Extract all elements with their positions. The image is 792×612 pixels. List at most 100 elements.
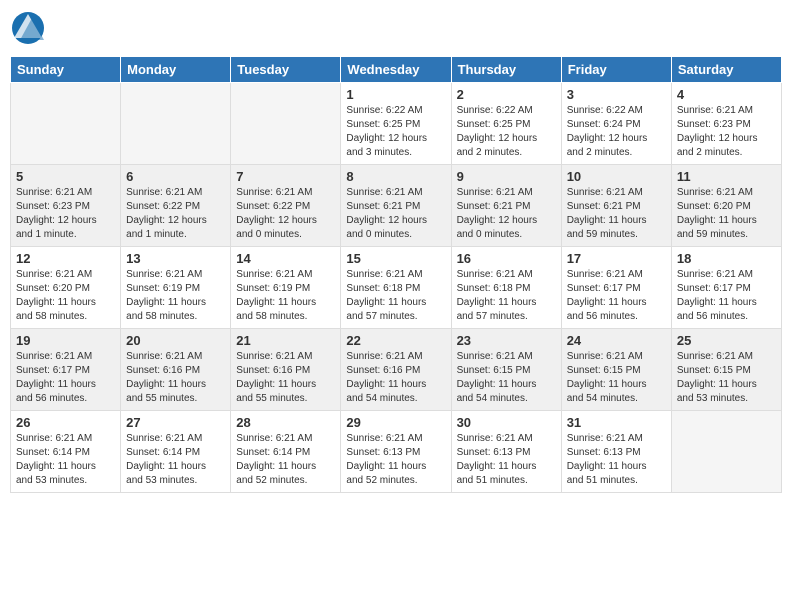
calendar-day-cell <box>231 83 341 165</box>
day-number: 28 <box>236 415 335 430</box>
day-info: Sunrise: 6:21 AMSunset: 6:13 PMDaylight:… <box>346 432 445 488</box>
day-number: 6 <box>126 169 225 184</box>
calendar-day-cell: 22Sunrise: 6:21 AMSunset: 6:16 PMDayligh… <box>341 329 451 411</box>
weekday-header: Friday <box>561 57 671 83</box>
calendar-week-row: 1 Sunrise: 6:22 AMSunset: 6:25 PMDaylight… <box>11 83 782 165</box>
day-info: Sunrise: 6:21 AMSunset: 6:23 PMDaylight:… <box>677 104 776 160</box>
logo <box>10 10 46 46</box>
calendar-week-row: 19Sunrise: 6:21 AMSunset: 6:17 PMDayligh… <box>11 329 782 411</box>
day-info: Sunrise: 6:21 AMSunset: 6:16 PMDaylight:… <box>126 350 225 406</box>
calendar-day-cell: 16 Sunrise: 6:21 AMSunset: 6:18 PMDayligh… <box>451 247 561 329</box>
day-number: 22 <box>346 333 445 348</box>
day-number: 21 <box>236 333 335 348</box>
day-number: 26 <box>16 415 115 430</box>
day-info: Sunrise: 6:21 AMSunset: 6:22 PMDaylight:… <box>126 186 225 242</box>
day-info: Sunrise: 6:21 AMSunset: 6:13 PMDaylight:… <box>567 432 666 488</box>
day-info: Sunrise: 6:21 AMSunset: 6:19 PMDaylight:… <box>126 268 225 324</box>
calendar-day-cell: 4Sunrise: 6:21 AMSunset: 6:23 PMDaylight… <box>671 83 781 165</box>
calendar-day-cell: 7Sunrise: 6:21 AMSunset: 6:22 PMDaylight… <box>231 165 341 247</box>
calendar-day-cell: 20 Sunrise: 6:21 AMSunset: 6:16 PMDayligh… <box>121 329 231 411</box>
weekday-header-row: SundayMondayTuesdayWednesdayThursdayFrid… <box>11 57 782 83</box>
weekday-header: Sunday <box>11 57 121 83</box>
calendar-week-row: 12 Sunrise: 6:21 AMSunset: 6:20 PMDayligh… <box>11 247 782 329</box>
day-number: 14 <box>236 251 335 266</box>
day-info: Sunrise: 6:21 AMSunset: 6:14 PMDaylight:… <box>126 432 225 488</box>
day-info: Sunrise: 6:21 AMSunset: 6:15 PMDaylight:… <box>457 350 556 406</box>
calendar-day-cell: 2Sunrise: 6:22 AMSunset: 6:25 PMDaylight… <box>451 83 561 165</box>
day-number: 12 <box>16 251 115 266</box>
day-info: Sunrise: 6:21 AMSunset: 6:17 PMDaylight:… <box>567 268 666 324</box>
calendar-day-cell: 24 Sunrise: 6:21 AMSunset: 6:15 PMDayligh… <box>561 329 671 411</box>
day-info: Sunrise: 6:22 AMSunset: 6:24 PMDaylight:… <box>567 104 666 160</box>
day-number: 5 <box>16 169 115 184</box>
calendar-day-cell: 9 Sunrise: 6:21 AMSunset: 6:21 PMDaylight… <box>451 165 561 247</box>
day-info: Sunrise: 6:21 AMSunset: 6:17 PMDaylight:… <box>677 268 776 324</box>
calendar-week-row: 26 Sunrise: 6:21 AMSunset: 6:14 PMDayligh… <box>11 411 782 493</box>
calendar-day-cell: 17 Sunrise: 6:21 AMSunset: 6:17 PMDayligh… <box>561 247 671 329</box>
day-number: 30 <box>457 415 556 430</box>
calendar-day-cell: 31 Sunrise: 6:21 AMSunset: 6:13 PMDayligh… <box>561 411 671 493</box>
calendar-day-cell: 23 Sunrise: 6:21 AMSunset: 6:15 PMDayligh… <box>451 329 561 411</box>
calendar-day-cell: 21 Sunrise: 6:21 AMSunset: 6:16 PMDayligh… <box>231 329 341 411</box>
day-info: Sunrise: 6:21 AMSunset: 6:21 PMDaylight:… <box>567 186 666 242</box>
calendar-day-cell: 30 Sunrise: 6:21 AMSunset: 6:13 PMDayligh… <box>451 411 561 493</box>
day-number: 1 <box>346 87 445 102</box>
day-number: 9 <box>457 169 556 184</box>
day-number: 23 <box>457 333 556 348</box>
calendar-day-cell: 27 Sunrise: 6:21 AMSunset: 6:14 PMDayligh… <box>121 411 231 493</box>
day-number: 10 <box>567 169 666 184</box>
calendar-day-cell <box>11 83 121 165</box>
day-number: 18 <box>677 251 776 266</box>
calendar-day-cell: 5 Sunrise: 6:21 AMSunset: 6:23 PMDaylight… <box>11 165 121 247</box>
calendar-day-cell: 10 Sunrise: 6:21 AMSunset: 6:21 PMDayligh… <box>561 165 671 247</box>
calendar-day-cell: 26 Sunrise: 6:21 AMSunset: 6:14 PMDayligh… <box>11 411 121 493</box>
day-info: Sunrise: 6:21 AMSunset: 6:23 PMDaylight:… <box>16 186 115 242</box>
day-info: Sunrise: 6:22 AMSunset: 6:25 PMDaylight:… <box>457 104 556 160</box>
day-number: 17 <box>567 251 666 266</box>
day-info: Sunrise: 6:21 AMSunset: 6:16 PMDaylight:… <box>236 350 335 406</box>
day-info: Sunrise: 6:21 AMSunset: 6:15 PMDaylight:… <box>567 350 666 406</box>
day-info: Sunrise: 6:21 AMSunset: 6:14 PMDaylight:… <box>16 432 115 488</box>
day-number: 16 <box>457 251 556 266</box>
calendar-day-cell: 12 Sunrise: 6:21 AMSunset: 6:20 PMDayligh… <box>11 247 121 329</box>
calendar-day-cell: 14Sunrise: 6:21 AMSunset: 6:19 PMDayligh… <box>231 247 341 329</box>
calendar-day-cell <box>671 411 781 493</box>
weekday-header: Thursday <box>451 57 561 83</box>
calendar-day-cell <box>121 83 231 165</box>
weekday-header: Wednesday <box>341 57 451 83</box>
day-number: 3 <box>567 87 666 102</box>
day-number: 19 <box>16 333 115 348</box>
day-info: Sunrise: 6:21 AMSunset: 6:18 PMDaylight:… <box>457 268 556 324</box>
day-number: 11 <box>677 169 776 184</box>
day-number: 8 <box>346 169 445 184</box>
day-number: 24 <box>567 333 666 348</box>
calendar-day-cell: 11Sunrise: 6:21 AMSunset: 6:20 PMDayligh… <box>671 165 781 247</box>
weekday-header: Tuesday <box>231 57 341 83</box>
day-info: Sunrise: 6:21 AMSunset: 6:14 PMDaylight:… <box>236 432 335 488</box>
day-number: 20 <box>126 333 225 348</box>
weekday-header: Monday <box>121 57 231 83</box>
day-number: 25 <box>677 333 776 348</box>
day-number: 27 <box>126 415 225 430</box>
day-number: 29 <box>346 415 445 430</box>
calendar-day-cell: 29 Sunrise: 6:21 AMSunset: 6:13 PMDayligh… <box>341 411 451 493</box>
calendar-day-cell: 1 Sunrise: 6:22 AMSunset: 6:25 PMDaylight… <box>341 83 451 165</box>
day-info: Sunrise: 6:21 AMSunset: 6:20 PMDaylight:… <box>16 268 115 324</box>
calendar-day-cell: 19Sunrise: 6:21 AMSunset: 6:17 PMDayligh… <box>11 329 121 411</box>
day-info: Sunrise: 6:21 AMSunset: 6:13 PMDaylight:… <box>457 432 556 488</box>
day-info: Sunrise: 6:21 AMSunset: 6:21 PMDaylight:… <box>457 186 556 242</box>
day-info: Sunrise: 6:22 AMSunset: 6:25 PMDaylight:… <box>346 104 445 160</box>
calendar-day-cell: 18 Sunrise: 6:21 AMSunset: 6:17 PMDayligh… <box>671 247 781 329</box>
calendar-day-cell: 13 Sunrise: 6:21 AMSunset: 6:19 PMDayligh… <box>121 247 231 329</box>
calendar-day-cell: 3 Sunrise: 6:22 AMSunset: 6:24 PMDaylight… <box>561 83 671 165</box>
calendar-day-cell: 25Sunrise: 6:21 AMSunset: 6:15 PMDayligh… <box>671 329 781 411</box>
logo-icon <box>10 10 46 46</box>
day-number: 15 <box>346 251 445 266</box>
header <box>10 10 782 46</box>
calendar-day-cell: 8Sunrise: 6:21 AMSunset: 6:21 PMDaylight… <box>341 165 451 247</box>
weekday-header: Saturday <box>671 57 781 83</box>
day-number: 31 <box>567 415 666 430</box>
calendar-day-cell: 6 Sunrise: 6:21 AMSunset: 6:22 PMDaylight… <box>121 165 231 247</box>
day-number: 13 <box>126 251 225 266</box>
calendar-day-cell: 15Sunrise: 6:21 AMSunset: 6:18 PMDayligh… <box>341 247 451 329</box>
